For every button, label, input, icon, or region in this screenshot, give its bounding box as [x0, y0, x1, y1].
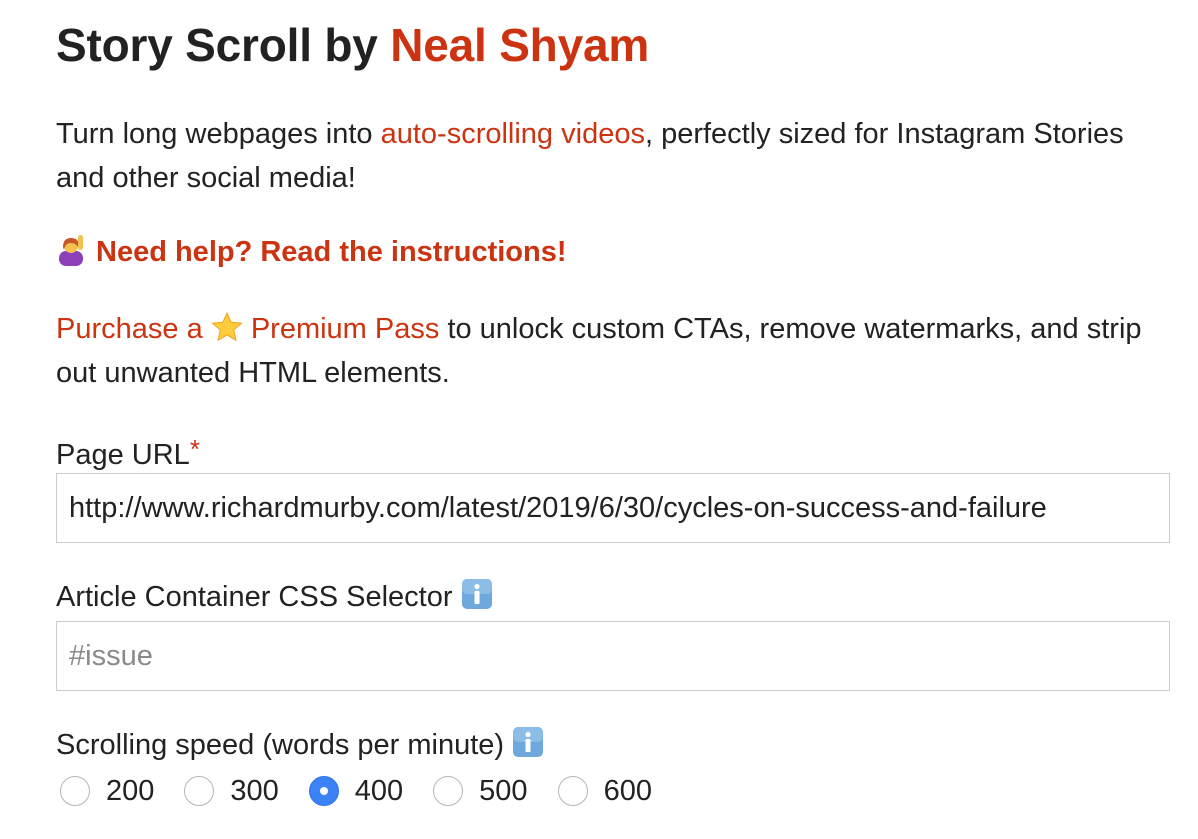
radio-button[interactable]: [433, 776, 464, 806]
premium-paragraph: Purchase a Premium Pass to unlock custom…: [56, 307, 1166, 395]
premium-pass-link[interactable]: Purchase a Premium Pass: [56, 312, 440, 345]
page-url-label: Page URL*: [56, 429, 200, 475]
radio-button[interactable]: [60, 776, 90, 806]
person-raising-hand-emoji-icon: [59, 235, 83, 266]
intro-paragraph: Turn long webpages into auto-scrolling v…: [56, 112, 1166, 200]
page-url-label-text: Page URL: [56, 439, 190, 471]
required-asterisk: *: [189, 434, 200, 464]
speed-option-label: 600: [603, 775, 652, 807]
speed-radio-group: 200 300 400 500 600: [60, 768, 682, 814]
intro-text-before: Turn long webpages into: [56, 118, 373, 150]
info-icon[interactable]: [512, 726, 544, 758]
help-callout: Need help? Read the instructions!: [56, 230, 567, 274]
speed-option-label: 400: [354, 775, 404, 807]
star-icon: [211, 312, 243, 342]
speed-option-200[interactable]: 200: [60, 771, 154, 811]
speed-option-600[interactable]: 600: [557, 771, 652, 811]
author-link[interactable]: Neal Shyam: [390, 19, 649, 71]
premium-link-text-before: Purchase a: [56, 313, 203, 345]
speed-option-500[interactable]: 500: [433, 771, 528, 811]
speed-label: Scrolling speed (words per minute): [56, 725, 544, 765]
selector-label: Article Container CSS Selector: [56, 577, 493, 617]
radio-button-selected[interactable]: [308, 776, 339, 806]
css-selector-input[interactable]: [56, 621, 1170, 691]
title-prefix: Story Scroll by: [56, 19, 378, 71]
selector-label-text: Article Container CSS Selector: [56, 581, 453, 613]
speed-option-300[interactable]: 300: [184, 771, 279, 811]
auto-scrolling-videos-link[interactable]: auto-scrolling videos: [381, 118, 645, 150]
radio-button[interactable]: [184, 776, 215, 806]
speed-option-label: 500: [479, 775, 528, 807]
instructions-link[interactable]: Need help? Read the instructions!: [96, 236, 567, 268]
speed-option-400[interactable]: 400: [308, 771, 404, 811]
info-icon[interactable]: [461, 578, 493, 610]
speed-option-label: 200: [106, 775, 155, 807]
speed-label-text: Scrolling speed (words per minute): [56, 729, 505, 761]
page-url-input[interactable]: [56, 473, 1170, 543]
premium-link-text-after: Premium Pass: [250, 313, 440, 345]
radio-button[interactable]: [557, 776, 588, 806]
page-title: Story Scroll by Neal Shyam: [56, 14, 649, 76]
speed-option-label: 300: [230, 775, 279, 807]
